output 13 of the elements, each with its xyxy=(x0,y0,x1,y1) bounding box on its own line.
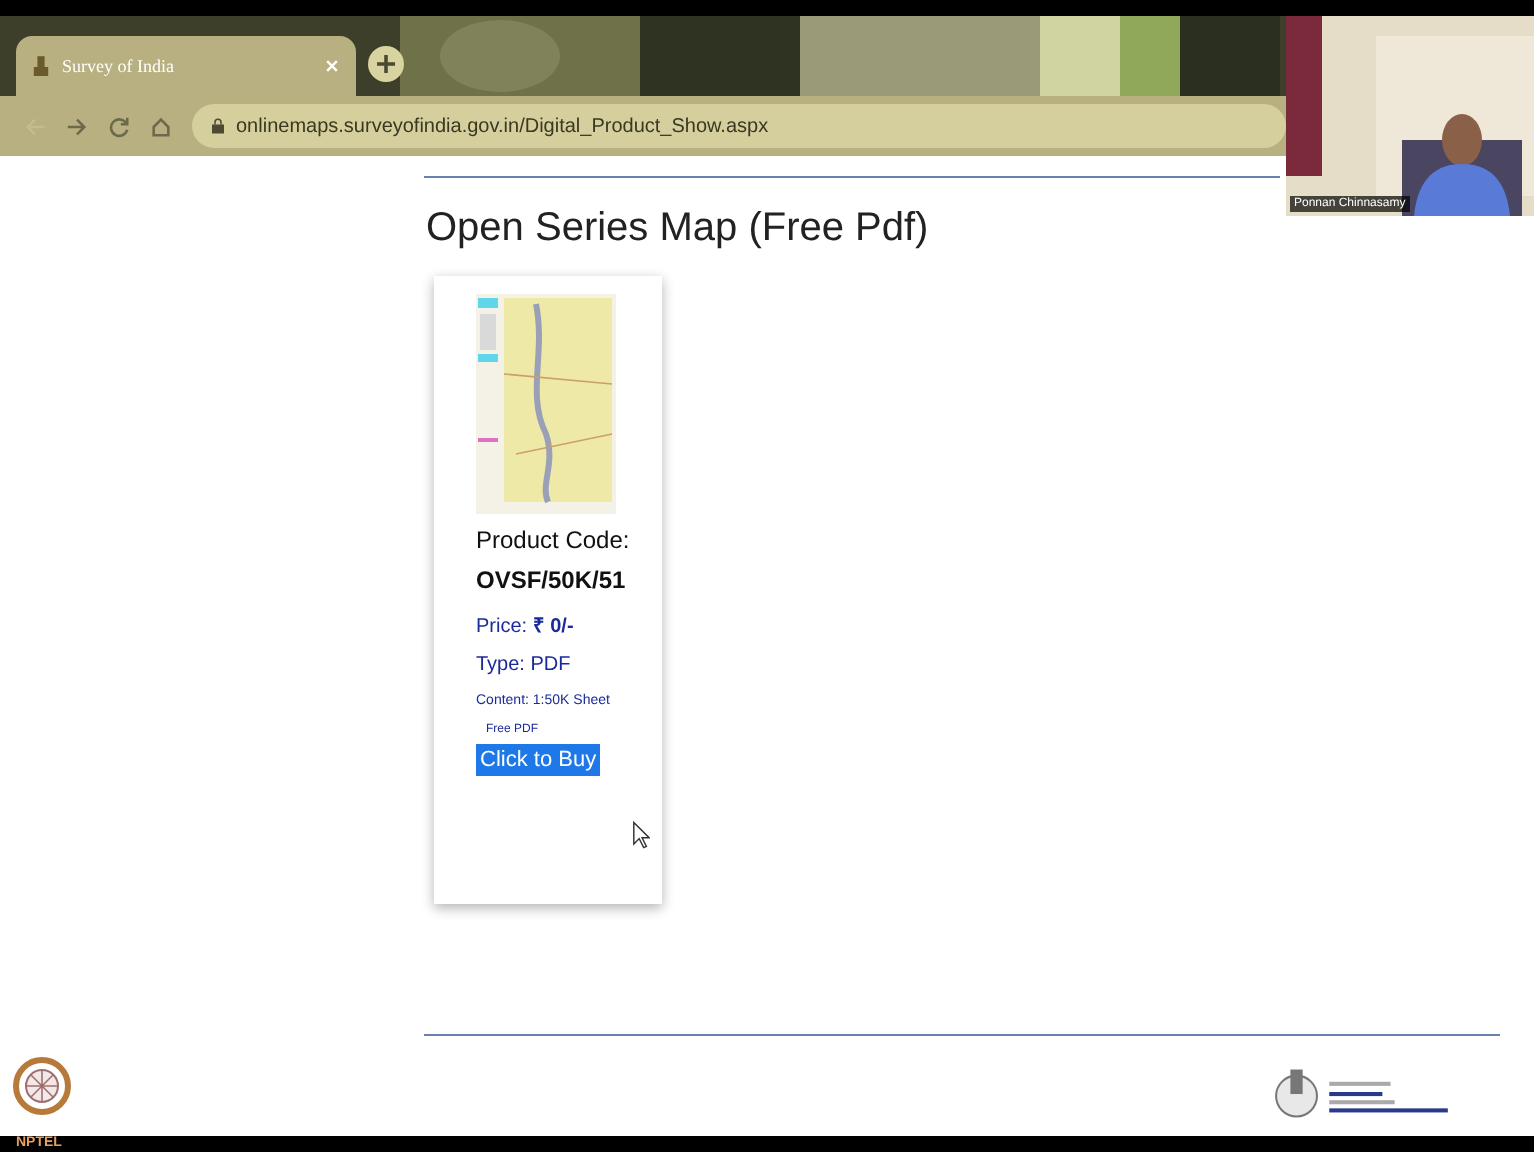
wheel-logo-icon xyxy=(12,1052,72,1120)
buy-button[interactable]: Click to Buy xyxy=(476,744,601,776)
type-text: Type: PDF xyxy=(476,654,571,676)
cursor-icon xyxy=(632,820,650,850)
address-bar[interactable]: onlinemaps.surveyofindia.gov.in/Digital_Product_Show.aspx xyxy=(192,104,1286,148)
lock-icon xyxy=(212,118,224,134)
page-heading: Open Series Map (Free Pdf) xyxy=(426,206,931,252)
product-code-label: Product Code: xyxy=(476,526,630,554)
home-icon[interactable] xyxy=(150,115,172,137)
price-text: Price: ₹ 0/- xyxy=(476,614,574,638)
reload-icon[interactable] xyxy=(108,115,130,137)
forward-icon[interactable] xyxy=(66,115,88,137)
product-code: OVSF/50K/51 xyxy=(476,566,626,594)
